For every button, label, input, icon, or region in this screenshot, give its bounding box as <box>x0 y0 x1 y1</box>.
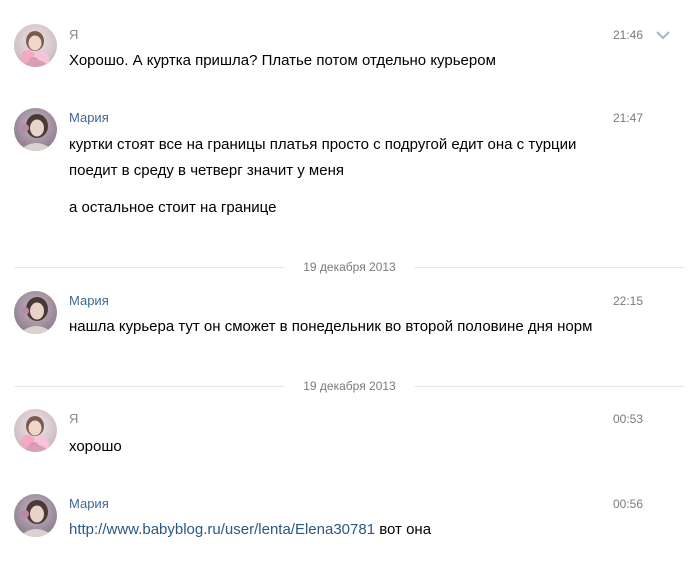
avatar[interactable] <box>14 108 57 151</box>
date-separator-label: 19 декабря 2013 <box>303 260 396 274</box>
message-author[interactable]: Я <box>69 27 78 43</box>
message-time: 00:53 <box>612 412 643 426</box>
date-separator: 19 декабря 2013 <box>14 378 685 394</box>
message-author[interactable]: Мария <box>69 110 109 126</box>
separator-line <box>14 386 285 387</box>
date-separator-label: 19 декабря 2013 <box>303 379 396 393</box>
avatar[interactable] <box>14 409 57 452</box>
message-time: 22:15 <box>612 294 643 308</box>
date-separator: 19 декабря 2013 <box>14 259 685 275</box>
message-time: 00:56 <box>612 497 643 511</box>
message-author[interactable]: Мария <box>69 496 109 512</box>
avatar[interactable] <box>14 291 57 334</box>
avatar[interactable] <box>14 494 57 537</box>
message-author[interactable]: Мария <box>69 293 109 309</box>
separator-line <box>414 386 685 387</box>
message-text: куртки стоят все на границы платья прост… <box>69 136 577 216</box>
chevron-down-icon[interactable] <box>656 30 670 40</box>
message-text: нашла курьера тут он сможет в понедельни… <box>69 318 593 335</box>
message-text: хорошо <box>69 438 122 455</box>
message-link-suffix: вот она <box>375 521 432 538</box>
message-author[interactable]: Я <box>69 411 78 427</box>
avatar[interactable] <box>14 24 57 67</box>
message-text: Хорошо. А куртка пришла? Платье потом от… <box>69 52 496 69</box>
message-link[interactable]: http://www.babyblog.ru/user/lenta/Elena3… <box>69 521 375 538</box>
separator-line <box>414 267 685 268</box>
message-text: http://www.babyblog.ru/user/lenta/Elena3… <box>69 517 669 543</box>
separator-line <box>14 267 285 268</box>
message-time: 21:46 <box>612 28 643 42</box>
message-time: 21:47 <box>612 111 643 125</box>
